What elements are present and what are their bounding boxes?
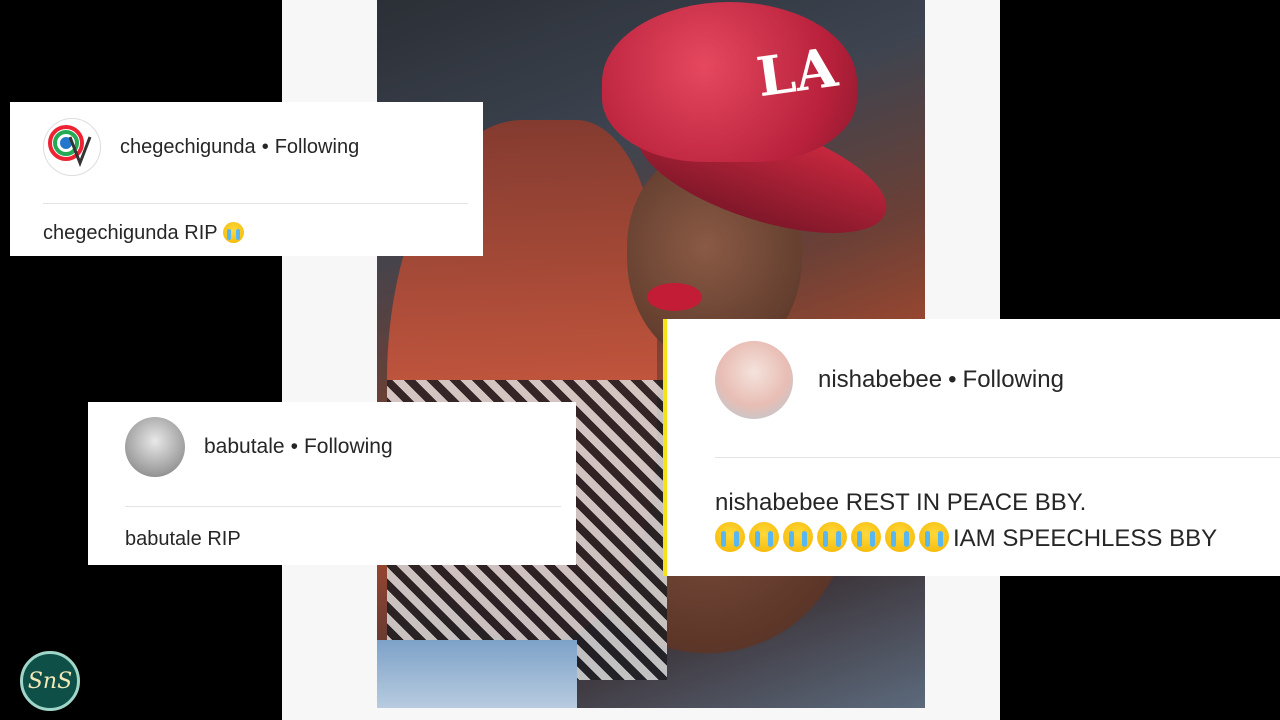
separator-dot: • <box>261 135 269 158</box>
comment-username[interactable]: nishabebee <box>715 489 839 516</box>
comment-card-nishabebee: nishabebee • Following nishabebee REST I… <box>663 319 1280 576</box>
loudly-crying-face-icon <box>885 522 915 552</box>
separator-dot: • <box>948 366 957 393</box>
follow-status[interactable]: Following <box>275 136 359 159</box>
comment-text: babutale RIP <box>125 528 241 551</box>
comment-body: RIP <box>184 222 218 244</box>
comment-header: babutale • Following <box>125 417 393 477</box>
loudly-crying-face-icon <box>222 222 244 243</box>
comment-card-chegechigunda: chegechigunda • Following chegechigunda … <box>10 102 483 256</box>
comment-header: chegechigunda • Following <box>43 118 359 176</box>
comment-text: nishabebee REST IN PEACE BBY. IAM SPEECH… <box>715 485 1217 557</box>
emoji-row <box>715 522 953 552</box>
comment-header: nishabebee • Following <box>715 341 1064 419</box>
comment-line-2: IAM SPEECHLESS BBY <box>715 521 1217 557</box>
comment-username[interactable]: babutale <box>125 528 202 550</box>
photo-cap-logo: LA <box>752 34 841 110</box>
uvm-logo-icon <box>48 125 92 168</box>
divider <box>715 457 1280 458</box>
comment-line-1: nishabebee REST IN PEACE BBY. <box>715 485 1217 521</box>
divider <box>125 506 561 507</box>
avatar[interactable] <box>125 417 185 477</box>
username[interactable]: chegechigunda <box>120 136 256 159</box>
channel-watermark-logo: SnS <box>20 651 80 711</box>
photo-jeans <box>377 640 577 708</box>
comment-card-babutale: babutale • Following babutale RIP <box>88 402 576 565</box>
loudly-crying-face-icon <box>749 522 779 552</box>
comment-body-2: IAM SPEECHLESS BBY <box>953 525 1218 552</box>
comment-body: REST IN PEACE BBY. <box>845 489 1087 516</box>
avatar[interactable] <box>43 118 101 176</box>
watermark-text: SnS <box>27 668 73 694</box>
comment-username[interactable]: chegechigunda <box>43 222 179 244</box>
loudly-crying-face-icon <box>783 522 813 552</box>
comment-body: RIP <box>207 528 241 550</box>
follow-status[interactable]: Following <box>304 435 393 459</box>
avatar[interactable] <box>715 341 793 419</box>
loudly-crying-face-icon <box>919 522 949 552</box>
username[interactable]: nishabebee <box>818 366 942 394</box>
divider <box>43 203 468 204</box>
loudly-crying-face-icon <box>715 522 745 552</box>
separator-dot: • <box>290 435 298 458</box>
photo-lips <box>647 283 702 311</box>
username[interactable]: babutale <box>204 435 285 459</box>
comment-text: chegechigunda RIP <box>43 222 248 245</box>
loudly-crying-face-icon <box>817 522 847 552</box>
follow-status[interactable]: Following <box>963 366 1064 394</box>
loudly-crying-face-icon <box>851 522 881 552</box>
